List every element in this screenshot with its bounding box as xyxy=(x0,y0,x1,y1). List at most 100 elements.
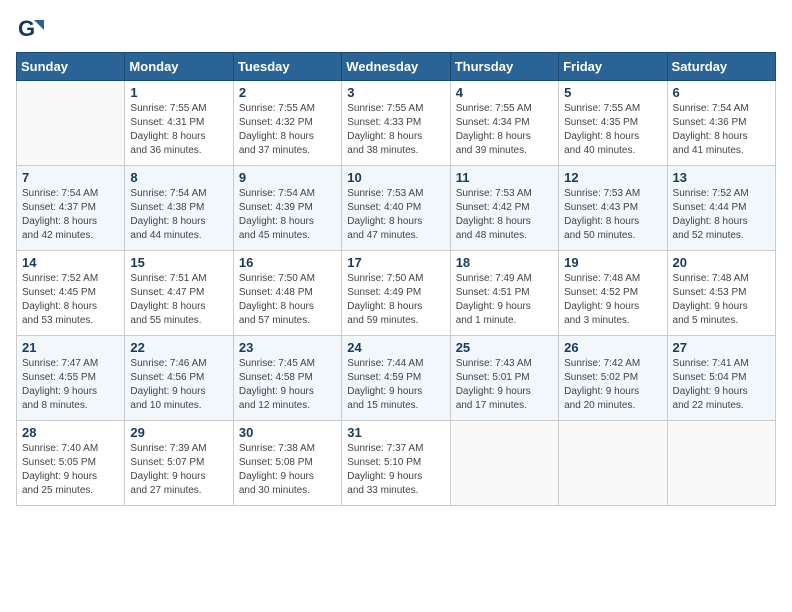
calendar-week-row: 7 Sunrise: 7:54 AM Sunset: 4:37 PM Daylig… xyxy=(17,166,776,251)
day-number: 24 xyxy=(347,340,444,355)
calendar-cell: 28 Sunrise: 7:40 AM Sunset: 5:05 PM Dayli… xyxy=(17,421,125,506)
day-info: Sunrise: 7:53 AM Sunset: 4:43 PM Dayligh… xyxy=(564,187,661,243)
day-info: Sunrise: 7:53 AM Sunset: 4:40 PM Dayligh… xyxy=(347,187,444,243)
calendar-cell: 13 Sunrise: 7:52 AM Sunset: 4:44 PM Dayli… xyxy=(667,166,775,251)
day-info: Sunrise: 7:54 AM Sunset: 4:39 PM Dayligh… xyxy=(239,187,336,243)
calendar-week-row: 14 Sunrise: 7:52 AM Sunset: 4:45 PM Dayli… xyxy=(17,251,776,336)
day-info: Sunrise: 7:52 AM Sunset: 4:45 PM Dayligh… xyxy=(22,272,119,328)
calendar-cell: 23 Sunrise: 7:45 AM Sunset: 4:58 PM Dayli… xyxy=(233,336,341,421)
day-number: 16 xyxy=(239,255,336,270)
calendar-cell: 12Sunrise: 7:53 AM Sunset: 4:43 PM Dayli… xyxy=(559,166,667,251)
calendar-cell: 2Sunrise: 7:55 AM Sunset: 4:32 PM Daylig… xyxy=(233,81,341,166)
calendar-cell: 16 Sunrise: 7:50 AM Sunset: 4:48 PM Dayli… xyxy=(233,251,341,336)
day-info: Sunrise: 7:37 AM Sunset: 5:10 PM Dayligh… xyxy=(347,442,444,498)
calendar-cell: 1Sunrise: 7:55 AM Sunset: 4:31 PM Daylig… xyxy=(125,81,233,166)
calendar-cell: 8 Sunrise: 7:54 AM Sunset: 4:38 PM Daylig… xyxy=(125,166,233,251)
calendar-cell: 20 Sunrise: 7:48 AM Sunset: 4:53 PM Dayli… xyxy=(667,251,775,336)
calendar-cell xyxy=(450,421,558,506)
day-number: 2 xyxy=(239,85,336,100)
day-number: 28 xyxy=(22,425,119,440)
calendar-cell: 7 Sunrise: 7:54 AM Sunset: 4:37 PM Daylig… xyxy=(17,166,125,251)
logo-icon: G xyxy=(16,16,44,44)
calendar-cell: 25 Sunrise: 7:43 AM Sunset: 5:01 PM Dayli… xyxy=(450,336,558,421)
calendar-cell: 15 Sunrise: 7:51 AM Sunset: 4:47 PM Dayli… xyxy=(125,251,233,336)
calendar-week-row: 21 Sunrise: 7:47 AM Sunset: 4:55 PM Dayli… xyxy=(17,336,776,421)
day-number: 26 xyxy=(564,340,661,355)
calendar-cell: 19 Sunrise: 7:48 AM Sunset: 4:52 PM Dayli… xyxy=(559,251,667,336)
weekday-header: Tuesday xyxy=(233,53,341,81)
day-number: 17 xyxy=(347,255,444,270)
svg-text:G: G xyxy=(18,16,35,41)
calendar-cell: 22 Sunrise: 7:46 AM Sunset: 4:56 PM Dayli… xyxy=(125,336,233,421)
day-number: 25 xyxy=(456,340,553,355)
calendar-cell: 30 Sunrise: 7:38 AM Sunset: 5:08 PM Dayli… xyxy=(233,421,341,506)
day-number: 13 xyxy=(673,170,770,185)
day-info: Sunrise: 7:41 AM Sunset: 5:04 PM Dayligh… xyxy=(673,357,770,413)
day-number: 5 xyxy=(564,85,661,100)
day-info: Sunrise: 7:43 AM Sunset: 5:01 PM Dayligh… xyxy=(456,357,553,413)
calendar-cell: 31Sunrise: 7:37 AM Sunset: 5:10 PM Dayli… xyxy=(342,421,450,506)
day-info: Sunrise: 7:42 AM Sunset: 5:02 PM Dayligh… xyxy=(564,357,661,413)
day-number: 20 xyxy=(673,255,770,270)
day-info: Sunrise: 7:50 AM Sunset: 4:48 PM Dayligh… xyxy=(239,272,336,328)
calendar-cell: 4Sunrise: 7:55 AM Sunset: 4:34 PM Daylig… xyxy=(450,81,558,166)
day-number: 22 xyxy=(130,340,227,355)
calendar-cell xyxy=(667,421,775,506)
calendar-cell: 27Sunrise: 7:41 AM Sunset: 5:04 PM Dayli… xyxy=(667,336,775,421)
page-header: G xyxy=(16,16,776,44)
calendar-cell: 9Sunrise: 7:54 AM Sunset: 4:39 PM Daylig… xyxy=(233,166,341,251)
day-number: 7 xyxy=(22,170,119,185)
day-number: 8 xyxy=(130,170,227,185)
day-number: 30 xyxy=(239,425,336,440)
day-info: Sunrise: 7:51 AM Sunset: 4:47 PM Dayligh… xyxy=(130,272,227,328)
calendar-cell: 29Sunrise: 7:39 AM Sunset: 5:07 PM Dayli… xyxy=(125,421,233,506)
calendar-cell xyxy=(17,81,125,166)
calendar-cell: 26 Sunrise: 7:42 AM Sunset: 5:02 PM Dayli… xyxy=(559,336,667,421)
day-number: 15 xyxy=(130,255,227,270)
day-info: Sunrise: 7:48 AM Sunset: 4:52 PM Dayligh… xyxy=(564,272,661,328)
day-info: Sunrise: 7:39 AM Sunset: 5:07 PM Dayligh… xyxy=(130,442,227,498)
day-number: 10 xyxy=(347,170,444,185)
day-info: Sunrise: 7:53 AM Sunset: 4:42 PM Dayligh… xyxy=(456,187,553,243)
calendar-cell: 3 Sunrise: 7:55 AM Sunset: 4:33 PM Daylig… xyxy=(342,81,450,166)
calendar-cell: 14 Sunrise: 7:52 AM Sunset: 4:45 PM Dayli… xyxy=(17,251,125,336)
calendar-cell: 6 Sunrise: 7:54 AM Sunset: 4:36 PM Daylig… xyxy=(667,81,775,166)
day-number: 6 xyxy=(673,85,770,100)
day-info: Sunrise: 7:54 AM Sunset: 4:38 PM Dayligh… xyxy=(130,187,227,243)
day-info: Sunrise: 7:47 AM Sunset: 4:55 PM Dayligh… xyxy=(22,357,119,413)
day-info: Sunrise: 7:44 AM Sunset: 4:59 PM Dayligh… xyxy=(347,357,444,413)
day-info: Sunrise: 7:38 AM Sunset: 5:08 PM Dayligh… xyxy=(239,442,336,498)
weekday-header: Friday xyxy=(559,53,667,81)
day-number: 11 xyxy=(456,170,553,185)
day-info: Sunrise: 7:54 AM Sunset: 4:36 PM Dayligh… xyxy=(673,102,770,158)
day-number: 19 xyxy=(564,255,661,270)
day-number: 1 xyxy=(130,85,227,100)
calendar-cell: 10 Sunrise: 7:53 AM Sunset: 4:40 PM Dayli… xyxy=(342,166,450,251)
calendar-table: SundayMondayTuesdayWednesdayThursdayFrid… xyxy=(16,52,776,506)
weekday-header: Sunday xyxy=(17,53,125,81)
day-info: Sunrise: 7:48 AM Sunset: 4:53 PM Dayligh… xyxy=(673,272,770,328)
calendar-cell xyxy=(559,421,667,506)
weekday-header: Monday xyxy=(125,53,233,81)
day-number: 14 xyxy=(22,255,119,270)
calendar-body: 1Sunrise: 7:55 AM Sunset: 4:31 PM Daylig… xyxy=(17,81,776,506)
weekday-header: Wednesday xyxy=(342,53,450,81)
logo: G xyxy=(16,16,48,44)
calendar-cell: 18Sunrise: 7:49 AM Sunset: 4:51 PM Dayli… xyxy=(450,251,558,336)
calendar-cell: 11 Sunrise: 7:53 AM Sunset: 4:42 PM Dayli… xyxy=(450,166,558,251)
day-info: Sunrise: 7:40 AM Sunset: 5:05 PM Dayligh… xyxy=(22,442,119,498)
weekday-header: Thursday xyxy=(450,53,558,81)
day-number: 23 xyxy=(239,340,336,355)
calendar-header: SundayMondayTuesdayWednesdayThursdayFrid… xyxy=(17,53,776,81)
day-number: 3 xyxy=(347,85,444,100)
calendar-week-row: 1Sunrise: 7:55 AM Sunset: 4:31 PM Daylig… xyxy=(17,81,776,166)
day-info: Sunrise: 7:54 AM Sunset: 4:37 PM Dayligh… xyxy=(22,187,119,243)
calendar-week-row: 28 Sunrise: 7:40 AM Sunset: 5:05 PM Dayli… xyxy=(17,421,776,506)
day-info: Sunrise: 7:52 AM Sunset: 4:44 PM Dayligh… xyxy=(673,187,770,243)
calendar-cell: 5Sunrise: 7:55 AM Sunset: 4:35 PM Daylig… xyxy=(559,81,667,166)
day-info: Sunrise: 7:45 AM Sunset: 4:58 PM Dayligh… xyxy=(239,357,336,413)
weekday-header: Saturday xyxy=(667,53,775,81)
day-info: Sunrise: 7:46 AM Sunset: 4:56 PM Dayligh… xyxy=(130,357,227,413)
day-number: 21 xyxy=(22,340,119,355)
day-info: Sunrise: 7:55 AM Sunset: 4:33 PM Dayligh… xyxy=(347,102,444,158)
